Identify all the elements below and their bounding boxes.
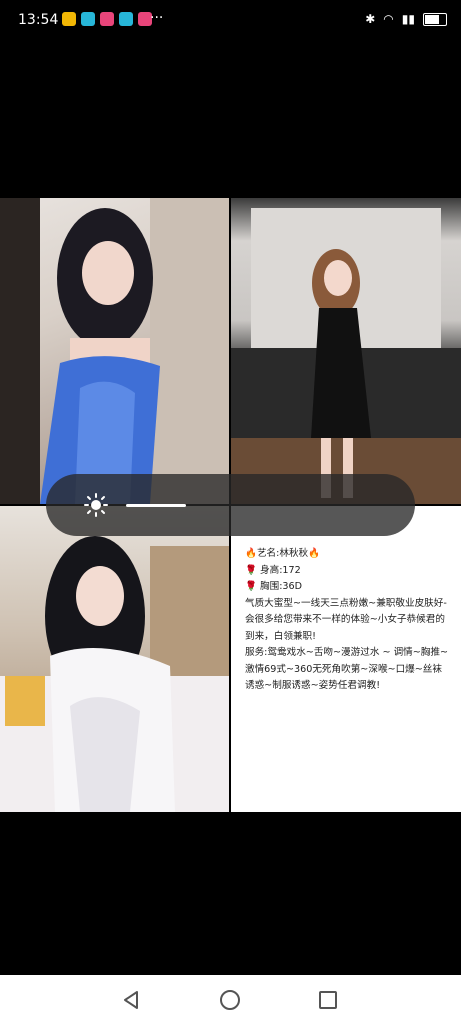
photo-blue-dress-figure — [0, 198, 229, 504]
profile-name-row: 🔥艺名:林秋秋🔥 — [245, 546, 449, 563]
status-time: 13:54 — [18, 12, 59, 28]
home-circle-icon — [220, 990, 240, 1010]
profile-services: 服务:鸳鸯戏水~舌吻~漫游过水 ~ 调情~胸推~激情69式~360无死角吹第~深… — [245, 647, 449, 691]
back-triangle-icon — [124, 991, 138, 1009]
profile-height-row: 🌹 身高:172 — [245, 563, 449, 580]
sun-icon — [84, 493, 108, 517]
home-button[interactable] — [215, 985, 245, 1015]
photo-white-shirt-figure — [0, 536, 229, 812]
wifi-icon: ◠ — [383, 12, 394, 26]
fire-icon: 🔥 — [245, 548, 257, 559]
brightness-level-track[interactable] — [126, 504, 186, 507]
battery-icon — [423, 12, 447, 26]
app-icon-pink — [100, 12, 114, 26]
photo-black-dress-figure — [231, 208, 461, 504]
recents-square-icon — [319, 991, 337, 1009]
profile-bust: 胸围:36D — [260, 581, 303, 592]
back-button[interactable] — [116, 985, 146, 1015]
profile-intro: 气质大蜜型~一线天三点粉嫩~兼职敬业皮肤好-会很多给您带来不一样的体验~小女子恭… — [245, 597, 447, 642]
signal-icon: ▮▮ — [401, 12, 415, 26]
profile-card: 🔥艺名:林秋秋🔥 🌹 身高:172 🌹 胸围:36D 气质大蜜型~一线天三点粉嫩… — [231, 506, 461, 812]
notification-icons — [62, 12, 152, 26]
system-indicators: ✱ ◠ ▮▮ — [365, 12, 447, 26]
brightness-slider[interactable] — [46, 474, 415, 536]
bluetooth-icon: ✱ — [365, 12, 376, 26]
app-icon-yellow — [62, 12, 76, 26]
fire-icon: 🔥 — [308, 548, 321, 559]
navigation-bar — [0, 975, 461, 1024]
app-icon-cyan2 — [119, 12, 133, 26]
photo-black-dress[interactable] — [231, 198, 461, 504]
profile-name: 艺名:林秋秋 — [256, 548, 309, 559]
photo-blue-dress[interactable] — [0, 198, 229, 504]
rose-icon: 🌹 — [245, 564, 257, 576]
photo-white-shirt[interactable] — [0, 506, 229, 812]
status-bar: 13:54 ··· ✱ ◠ ▮▮ — [0, 0, 461, 40]
recents-button[interactable] — [313, 985, 343, 1015]
app-icon-cyan — [81, 12, 95, 26]
more-notifications-icon: ··· — [150, 10, 164, 26]
rose-icon: 🌹 — [245, 581, 257, 592]
profile-height: 身高:172 — [260, 564, 301, 576]
profile-bust-row: 🌹 胸围:36D — [245, 579, 449, 596]
